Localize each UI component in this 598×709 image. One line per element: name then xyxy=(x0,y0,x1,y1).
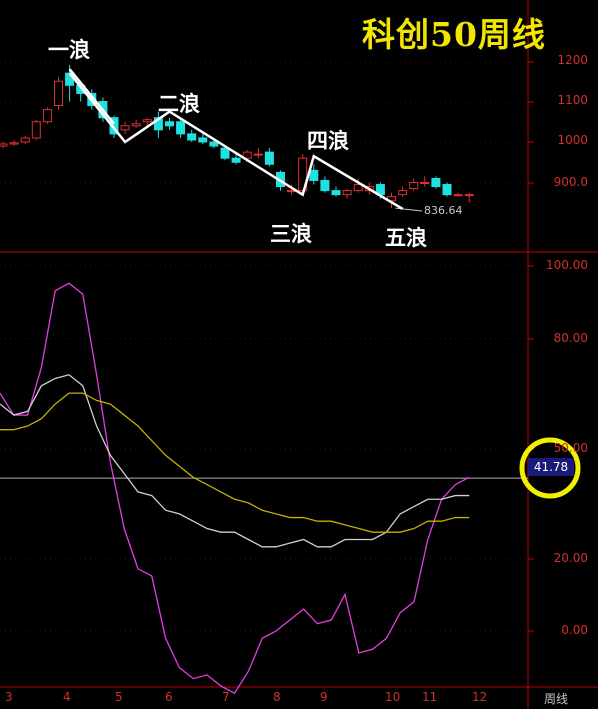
candle-body xyxy=(187,133,197,141)
candle-body xyxy=(398,190,408,196)
wave-label-2: 二浪 xyxy=(158,91,200,116)
candle-body xyxy=(0,143,8,147)
indicator-tick-80: 80.00 xyxy=(553,331,588,345)
candle-body xyxy=(320,179,330,192)
wave-label-3: 三浪 xyxy=(270,221,312,246)
candle-body xyxy=(342,190,352,196)
candle-body xyxy=(142,119,152,123)
x-tick-6: 6 xyxy=(165,690,173,704)
candle-body xyxy=(442,184,452,196)
candle-body xyxy=(42,109,52,123)
indicator-tick-50: 50.00 xyxy=(553,441,588,455)
x-tick-8: 8 xyxy=(273,690,281,704)
candle-body xyxy=(209,141,219,147)
candle-body xyxy=(120,125,130,131)
x-tick-11: 11 xyxy=(422,690,438,704)
candle-body xyxy=(9,142,19,145)
price-tick-1100: 1100 xyxy=(557,93,588,107)
candle-body xyxy=(464,194,474,197)
candle-body xyxy=(198,137,208,143)
elliott-wave-line xyxy=(68,72,404,210)
x-tick-9: 9 xyxy=(320,690,328,704)
x-tick-7: 7 xyxy=(222,690,230,704)
slow-line xyxy=(0,392,470,533)
chart-canvas xyxy=(0,0,598,709)
candle-body xyxy=(231,157,241,163)
candle-body xyxy=(431,177,441,188)
candle-body xyxy=(420,182,430,184)
candle-body xyxy=(264,151,274,165)
low-marker-line xyxy=(395,207,423,212)
low-price-annotation: 836.64 xyxy=(424,204,463,217)
wave-label-4: 四浪 xyxy=(307,128,349,153)
candle-body xyxy=(453,194,463,197)
mid-line xyxy=(0,374,470,548)
x-tick-12: 12 xyxy=(472,690,488,704)
candle-body xyxy=(176,121,186,135)
candle-body xyxy=(31,121,41,139)
candle-body xyxy=(20,137,30,143)
fast-line xyxy=(0,282,470,695)
candle-body xyxy=(54,80,63,107)
x-tick-5: 5 xyxy=(115,690,123,704)
candle-body xyxy=(409,182,419,190)
candle-body xyxy=(165,121,174,127)
candle-body xyxy=(131,123,141,127)
x-tick-4: 4 xyxy=(63,690,71,704)
wave-label-5: 五浪 xyxy=(385,225,427,250)
period-label: 周线 xyxy=(544,692,569,706)
x-tick-10: 10 xyxy=(385,690,401,704)
indicator-tick-20: 20.00 xyxy=(553,551,588,565)
wave-1-mark xyxy=(68,68,115,125)
current-value-badge: 41.78 xyxy=(528,458,574,476)
candle-body xyxy=(253,153,263,156)
x-tick-3: 3 xyxy=(5,690,13,704)
chart-title: 科创50周线 xyxy=(362,15,546,54)
price-tick-900: 900.0 xyxy=(553,175,588,189)
candle-body xyxy=(309,169,319,181)
price-tick-1000: 1000 xyxy=(557,133,588,147)
wave-label-1: 一浪 xyxy=(48,37,90,62)
price-tick-1200: 1200 xyxy=(557,53,588,67)
candle-body xyxy=(331,190,341,196)
candle-body xyxy=(220,147,230,159)
indicator-tick-0: 0.00 xyxy=(561,623,588,637)
indicator-tick-100: 100.00 xyxy=(546,258,588,272)
